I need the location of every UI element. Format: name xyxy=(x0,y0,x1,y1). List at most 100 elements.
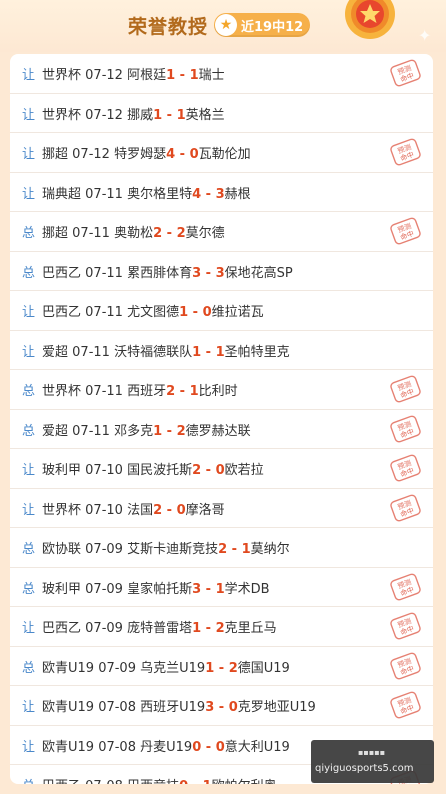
list-item[interactable]: 让世界杯 07-10 法国2 - 0摩洛哥 预测 命中 xyxy=(10,489,433,528)
away-team: 克罗地亚U19 xyxy=(237,700,316,715)
match-date: 07-11 xyxy=(72,226,110,241)
home-team: 巴西竞技 xyxy=(127,779,179,784)
home-score: 2 xyxy=(218,542,228,557)
league-name: 世界杯 xyxy=(42,107,82,123)
bet-type: 让 xyxy=(22,147,36,162)
match-info: 世界杯 07-12 挪威1 - 1英格兰 xyxy=(42,104,225,123)
away-team: 比利时 xyxy=(198,384,238,399)
match-date: 07-10 xyxy=(85,502,123,518)
away-team: 瓦勒伦加 xyxy=(198,147,251,162)
match-info: 世界杯 07-12 阿根廷1 - 1瑞士 xyxy=(42,64,225,83)
away-team: 保地花高SP xyxy=(224,265,293,281)
home-team: 庞特普雷塔 xyxy=(127,621,193,636)
home-score: 3 xyxy=(192,265,202,281)
list-item[interactable]: 总欧协联 07-09 艾斯卡迪斯竞技2 - 1莫纳尔 xyxy=(10,528,433,568)
match-info: 爱超 07-11 沃特福德联队1 - 1圣帕特里克 xyxy=(42,341,290,360)
away-team: 英格兰 xyxy=(185,107,225,123)
away-team: 德国U19 xyxy=(237,660,290,676)
match-date: 07-11 xyxy=(72,344,110,360)
league-name: 巴西乙 xyxy=(42,779,81,784)
list-item[interactable]: 让玻利甲 07-10 国民波托斯2 - 0欧若拉 预测 命中 xyxy=(10,449,433,489)
league-name: 世界杯 xyxy=(42,502,82,518)
list-item[interactable]: 让巴西乙 07-11 尤文图德1 - 0维拉诺瓦 xyxy=(10,291,433,331)
score-separator: - xyxy=(205,265,212,281)
list-item[interactable]: 总爱超 07-11 邓多克1 - 2德罗赫达联 预测 命中 xyxy=(10,410,433,449)
league-name: 玻利甲 xyxy=(42,581,82,597)
home-team: 乌克兰U19 xyxy=(140,660,206,676)
score-separator: - xyxy=(231,542,238,557)
home-team: 邓多克 xyxy=(114,423,154,439)
medal-icon xyxy=(345,0,395,39)
score-separator: - xyxy=(166,502,173,518)
away-team: 赫根 xyxy=(224,186,251,202)
away-score: 3 xyxy=(215,265,225,281)
home-score: 0 xyxy=(192,739,202,755)
away-score: 0 xyxy=(215,463,225,478)
home-team: 尤文图德 xyxy=(127,305,180,320)
league-name: 玻利甲 xyxy=(42,463,82,478)
page-title: 荣誉教授 xyxy=(128,16,209,38)
bet-type: 总 xyxy=(22,660,36,676)
home-score: 3 xyxy=(205,700,215,715)
home-score: 1 xyxy=(166,68,176,83)
away-score: 0 xyxy=(202,305,212,320)
bet-type: 让 xyxy=(22,305,36,320)
match-info: 世界杯 07-10 法国2 - 0摩洛哥 xyxy=(42,499,225,518)
away-score: 0 xyxy=(215,739,225,755)
match-info: 欧青U19 07-09 乌克兰U191 - 2德国U19 xyxy=(42,657,290,676)
home-team: 艾斯卡迪斯竞技 xyxy=(127,542,219,557)
match-info: 玻利甲 07-09 皇家帕托斯3 - 1学术DB xyxy=(42,578,270,597)
prediction-hit-stamp-icon: 预测命中 xyxy=(390,691,421,719)
score-separator: - xyxy=(188,779,202,784)
score-separator: - xyxy=(205,621,212,636)
away-score: 1 xyxy=(189,384,199,399)
away-score: 2 xyxy=(215,621,225,636)
score-separator: - xyxy=(179,68,186,83)
bet-type: 让 xyxy=(22,739,36,755)
match-info: 瑞典超 07-11 奥尔格里特4 - 3赫根 xyxy=(42,183,251,202)
prediction-hit-stamp-icon: 预测命中 xyxy=(390,415,421,443)
home-score: 2 xyxy=(153,502,163,518)
match-info: 巴西乙 07-08 巴西竞技0 - 1欧帕尔利奥 xyxy=(42,775,277,784)
home-team: 国民波托斯 xyxy=(127,463,193,478)
list-item[interactable]: 让欧青U19 07-08 西班牙U193 - 0克罗地亚U19 预测 命中 xyxy=(10,686,433,726)
home-team: 丹麦U19 xyxy=(140,739,193,755)
away-score: 2 xyxy=(176,226,186,241)
list-item[interactable]: 让爱超 07-11 沃特福德联队1 - 1圣帕特里克 xyxy=(10,331,433,370)
list-item[interactable]: 总玻利甲 07-09 皇家帕托斯3 - 1学术DB 预测 命中 xyxy=(10,568,433,607)
watermark-overlay: ▪▪▪▪▪ qiyiguosports5.com xyxy=(311,740,434,783)
score-separator: - xyxy=(205,581,212,597)
match-date: 07-08 xyxy=(85,779,123,784)
list-item[interactable]: 让挪超 07-12 特罗姆瑟4 - 0瓦勒伦加 预测 命中 xyxy=(10,133,433,173)
away-team: 欧帕尔利奥 xyxy=(212,779,277,784)
match-date: 07-08 xyxy=(98,739,136,755)
bet-type: 总 xyxy=(22,265,36,281)
match-date: 07-09 xyxy=(85,621,123,636)
prediction-hit-stamp-icon: 预测命中 xyxy=(390,612,421,640)
list-item[interactable]: 总世界杯 07-11 西班牙2 - 1比利时 预测 命中 xyxy=(10,370,433,410)
list-item[interactable]: 总欧青U19 07-09 乌克兰U191 - 2德国U19 预测 命中 xyxy=(10,647,433,686)
score-separator: - xyxy=(166,226,173,241)
bet-type: 让 xyxy=(22,107,36,123)
home-score: 1 xyxy=(205,660,215,676)
list-item[interactable]: 总挪超 07-11 奥勒松2 - 2莫尔德 预测 命中 xyxy=(10,212,433,252)
away-score: 2 xyxy=(228,660,238,676)
away-team: 学术DB xyxy=(224,581,270,597)
match-date: 07-09 xyxy=(85,581,123,597)
list-item[interactable]: 让世界杯 07-12 阿根廷1 - 1瑞士 预测 命中 xyxy=(10,54,433,94)
away-team: 圣帕特里克 xyxy=(224,344,290,360)
score-separator: - xyxy=(205,344,212,360)
list-item[interactable]: 总巴西乙 07-11 累西腓体育3 - 3保地花高SP xyxy=(10,252,433,291)
list-item[interactable]: 让世界杯 07-12 挪威1 - 1英格兰 xyxy=(10,94,433,133)
bet-type: 让 xyxy=(22,502,36,518)
prediction-hit-stamp-icon: 预测命中 xyxy=(390,59,421,87)
list-item[interactable]: 让瑞典超 07-11 奥尔格里特4 - 3赫根 xyxy=(10,173,433,212)
away-score: 1 xyxy=(189,68,199,83)
home-team: 沃特福德联队 xyxy=(114,344,193,360)
list-item[interactable]: 让巴西乙 07-09 庞特普雷塔1 - 2克里丘马 预测 命中 xyxy=(10,607,433,647)
away-team: 摩洛哥 xyxy=(185,502,225,518)
home-team: 挪威 xyxy=(127,107,154,123)
away-team: 维拉诺瓦 xyxy=(211,305,264,320)
away-score: 0 xyxy=(176,502,186,518)
away-team: 欧若拉 xyxy=(224,463,264,478)
